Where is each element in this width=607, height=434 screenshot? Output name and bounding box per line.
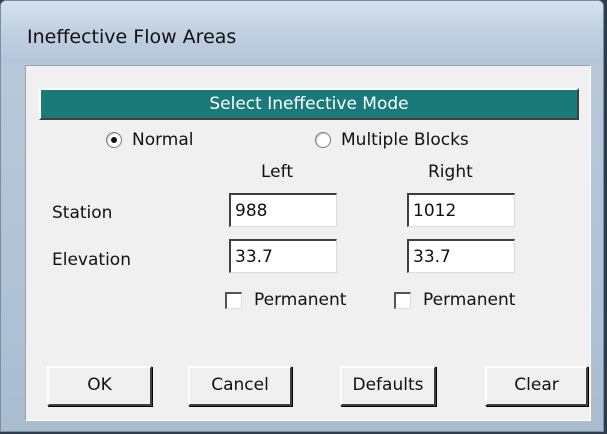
station-label: Station [52, 203, 113, 223]
permanent-left-checkbox[interactable]: Permanent [225, 290, 346, 310]
column-header-left: Left [261, 162, 293, 182]
radio-normal-label: Normal [132, 130, 194, 150]
station-left-input[interactable]: 988 [229, 193, 337, 227]
elevation-left-input[interactable]: 33.7 [229, 239, 337, 273]
radio-multiple-blocks-label: Multiple Blocks [341, 130, 469, 150]
column-header-right: Right [428, 162, 473, 182]
permanent-right-checkbox-box[interactable] [394, 291, 411, 309]
elevation-right-input[interactable]: 33.7 [407, 239, 515, 273]
elevation-label: Elevation [52, 250, 131, 270]
permanent-right-checkbox[interactable]: Permanent [394, 290, 515, 310]
radio-multiple-blocks[interactable]: Multiple Blocks [315, 130, 469, 150]
permanent-left-label: Permanent [254, 290, 347, 310]
title-bar[interactable]: Ineffective Flow Areas [1, 1, 603, 63]
permanent-left-checkbox-box[interactable] [225, 291, 242, 309]
defaults-button[interactable]: Defaults [340, 366, 436, 406]
mode-section-header: Select Ineffective Mode [39, 88, 579, 120]
cancel-button[interactable]: Cancel [188, 366, 292, 406]
station-right-input[interactable]: 1012 [407, 193, 515, 227]
radio-normal-indicator-icon[interactable] [106, 132, 122, 148]
clear-button[interactable]: Clear [485, 366, 588, 406]
radio-normal[interactable]: Normal [106, 130, 194, 150]
radio-multiple-blocks-indicator-icon[interactable] [315, 132, 331, 148]
ok-button[interactable]: OK [47, 366, 152, 406]
dialog-body: Select Ineffective Mode Normal Multiple … [25, 65, 591, 421]
window-title: Ineffective Flow Areas [27, 26, 237, 48]
permanent-right-label: Permanent [423, 290, 516, 310]
dialog-window: Ineffective Flow Areas Select Ineffectiv… [0, 0, 604, 432]
